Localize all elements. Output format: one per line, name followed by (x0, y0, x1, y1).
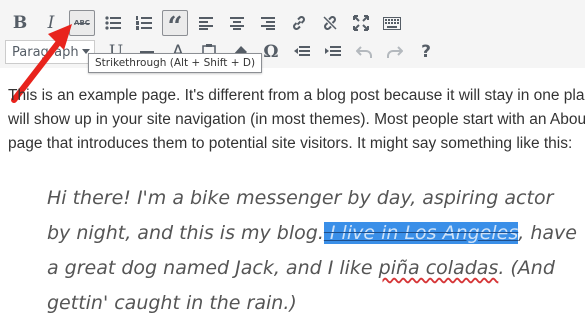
selected-text: I live in Los Angeles (323, 222, 519, 244)
strikethrough-button[interactable]: ABC (69, 10, 95, 36)
undo-button[interactable] (351, 39, 377, 65)
blockquote[interactable]: Hi there! I'm a bike messenger by day, a… (47, 181, 585, 321)
editor-content[interactable]: This is an example page. It's different … (8, 84, 585, 156)
paragraph-line-3: page that introduces them to potential s… (8, 135, 573, 152)
align-right-button[interactable] (255, 10, 281, 36)
quote-line-3-after: . (And (498, 257, 555, 279)
numbered-list-button[interactable] (131, 10, 157, 36)
quote-line-2: by night, and this is my blog. I live in… (47, 216, 585, 251)
remove-link-icon (323, 16, 337, 30)
align-center-button[interactable] (224, 10, 250, 36)
paragraph-line-2: will show up in your site navigation (in… (8, 111, 585, 128)
bold-button[interactable]: B (7, 10, 33, 36)
numbered-list-icon (136, 16, 152, 30)
increase-indent-button[interactable] (320, 39, 346, 65)
align-left-icon (199, 16, 213, 30)
format-select-value: Paragraph (12, 44, 79, 60)
outdent-icon (294, 45, 310, 56)
omega-icon: Ω (263, 42, 279, 62)
bulleted-list-icon (105, 16, 121, 30)
decrease-indent-button[interactable] (289, 39, 315, 65)
align-right-icon (261, 16, 275, 30)
quote-line-3-before: a great dog named Jack, and I like (47, 257, 379, 279)
help-icon: ? (421, 42, 431, 62)
toolbar-toggle-button[interactable] (379, 10, 405, 36)
undo-icon (356, 46, 372, 58)
format-select[interactable]: Paragraph (5, 40, 95, 64)
misspelled-word: piña coladas (378, 257, 499, 279)
align-left-button[interactable] (193, 10, 219, 36)
quote-line-3: a great dog named Jack, and I like piña … (47, 251, 585, 286)
fullscreen-button[interactable] (348, 10, 374, 36)
redo-icon (387, 46, 403, 58)
quote-line-1: Hi there! I'm a bike messenger by day, a… (47, 187, 554, 209)
bold-icon: B (12, 13, 28, 33)
paragraph-line-1: This is an example page. It's different … (8, 87, 585, 104)
bulleted-list-button[interactable] (100, 10, 126, 36)
quote-line-4: gettin' caught in the rain.) (47, 292, 297, 314)
indent-icon (325, 45, 341, 56)
blockquote-button[interactable]: “ (162, 10, 188, 40)
italic-button[interactable]: I (38, 10, 64, 36)
quote-line-2-before: by night, and this is my blog. (47, 222, 324, 244)
keyboard-icon (383, 16, 401, 30)
strikethrough-tooltip: Strikethrough (Alt + Shift + D) (88, 53, 263, 73)
remove-link-button[interactable] (317, 10, 343, 36)
help-button[interactable]: ? (413, 39, 439, 65)
insert-link-button[interactable] (286, 10, 312, 36)
strikethrough-icon: ABC (74, 19, 90, 27)
fullscreen-icon (353, 15, 369, 31)
redo-button[interactable] (382, 39, 408, 65)
insert-link-icon (293, 16, 305, 30)
quote-line-2-after: , have (518, 222, 577, 244)
italic-icon: I (47, 13, 55, 33)
toolbar-row-1: B I ABC “ (7, 8, 410, 40)
align-center-icon (230, 16, 244, 30)
